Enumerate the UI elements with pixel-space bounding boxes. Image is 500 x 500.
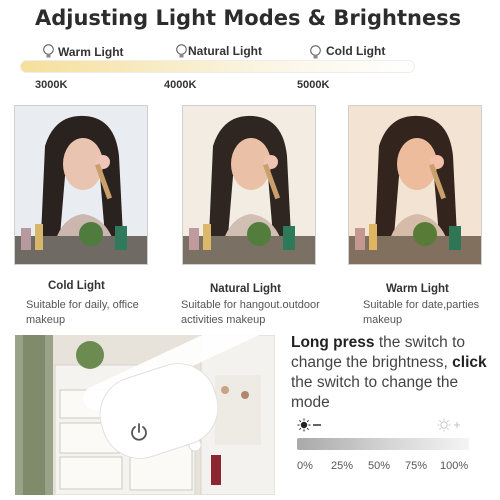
switch-instructions: Long press the switch to change the brig…: [291, 333, 496, 413]
brightness-level-0: 0%: [297, 460, 313, 472]
light-bulb-icon: [43, 44, 54, 58]
kelvin-label-3000: 3000K: [35, 79, 68, 91]
caption-desc-cold: Suitable for daily, office makeup: [26, 299, 139, 326]
brightness-level-100: 100%: [440, 460, 469, 472]
page-title: Adjusting Light Modes & Brightness: [35, 6, 462, 30]
caption-title-warm: Warm Light: [386, 283, 449, 295]
mode-label-natural: Natural Light: [188, 44, 262, 58]
click-keyword: click: [452, 354, 487, 371]
mode-label-cold: Cold Light: [326, 44, 386, 58]
sun-bright-icon: [437, 418, 460, 432]
caption-title-cold: Cold Light: [48, 280, 105, 292]
sun-dim-icon: [297, 418, 321, 432]
power-switch-icon[interactable]: [128, 421, 150, 443]
photo-cold-light: [14, 105, 148, 265]
caption-desc-warm: Suitable for date,parties makeup: [363, 299, 480, 326]
mode-label-warm: Warm Light: [58, 45, 124, 59]
photo-warm-light: [348, 105, 482, 265]
click-text: the switch to change the mode: [291, 374, 459, 411]
kelvin-label-5000: 5000K: [297, 79, 330, 91]
brightness-level-50: 50%: [368, 460, 391, 472]
kelvin-label-4000: 4000K: [164, 79, 197, 91]
light-bulb-icon: [176, 44, 187, 58]
brightness-level-75: 75%: [405, 460, 428, 472]
brightness-bar: [297, 438, 469, 450]
caption-title-natural: Natural Light: [210, 283, 281, 295]
product-photo: [15, 335, 275, 495]
light-bulb-icon: [310, 45, 321, 59]
color-temperature-bar: [20, 60, 415, 73]
caption-desc-natural: Suitable for hangout.outdoor activities …: [181, 299, 320, 326]
brightness-level-25: 25%: [331, 460, 354, 472]
long-press-keyword: Long press: [291, 334, 375, 351]
photo-natural-light: [182, 105, 316, 265]
